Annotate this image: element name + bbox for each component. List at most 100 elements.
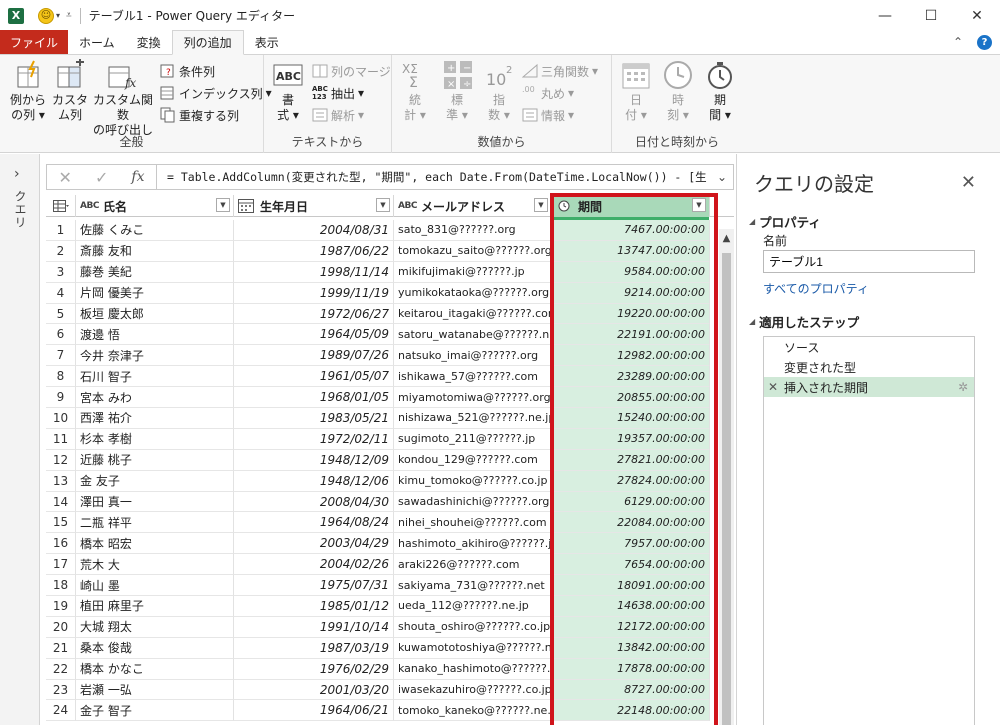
row-number[interactable]: 10	[46, 408, 76, 429]
row-number[interactable]: 20	[46, 616, 76, 638]
cell-period[interactable]: 27824.00:00:00	[552, 470, 710, 492]
cell-period[interactable]: 14638.00:00:00	[552, 596, 710, 617]
table-row[interactable]: 4 片岡 優美子 1999/11/19 yumikokataoka@??????.or…	[46, 282, 734, 304]
row-number[interactable]: 14	[46, 491, 76, 513]
table-row[interactable]: 20 大城 翔太 1991/10/14 shouta_oshiro@??????.co…	[46, 616, 734, 638]
cell-name[interactable]: 桑本 俊哉	[76, 637, 234, 659]
cell-email[interactable]: nihei_shouhei@??????.com	[394, 512, 552, 534]
cell-period[interactable]: 7467.00:00:00	[552, 220, 710, 241]
filter-dropdown-icon[interactable]: ▼	[692, 198, 706, 212]
table-menu-button[interactable]	[46, 195, 76, 217]
cell-birthdate[interactable]: 1964/05/09	[234, 324, 394, 346]
cell-name[interactable]: 橋本 かなこ	[76, 658, 234, 680]
cell-email[interactable]: miyamotomiwa@??????.org	[394, 387, 552, 409]
cell-email[interactable]: araki226@??????.com	[394, 554, 552, 576]
tab-transform[interactable]: 変換	[126, 30, 172, 54]
table-row[interactable]: 8 石川 智子 1961/05/07 ishikawa_57@??????.com 23…	[46, 366, 734, 388]
statistics-button[interactable]: XΣ Σ 統計 ▾	[400, 59, 430, 123]
cell-period[interactable]: 27821.00:00:00	[552, 449, 710, 471]
applied-steps-header[interactable]: ◢ 適用したステップ	[749, 312, 859, 331]
table-row[interactable]: 19 植田 麻里子 1985/01/12 ueda_112@??????.ne.jp 1…	[46, 596, 734, 617]
row-number[interactable]: 16	[46, 533, 76, 555]
column-from-examples-button[interactable]: 例から の列 ▾	[6, 59, 50, 123]
cell-name[interactable]: 石川 智子	[76, 366, 234, 388]
row-number[interactable]: 24	[46, 700, 76, 722]
cell-birthdate[interactable]: 1998/11/14	[234, 261, 394, 283]
column-header-birthdate[interactable]: 生年月日 ▼	[234, 195, 394, 217]
row-number[interactable]: 7	[46, 345, 76, 367]
cell-name[interactable]: 橋本 昭宏	[76, 533, 234, 555]
cell-email[interactable]: sakiyama_731@??????.net	[394, 575, 552, 597]
cell-period[interactable]: 8727.00:00:00	[552, 679, 710, 701]
row-number[interactable]: 12	[46, 449, 76, 471]
delete-step-icon[interactable]: ✕	[768, 380, 778, 394]
row-number[interactable]: 21	[46, 637, 76, 659]
duration-button[interactable]: 期間 ▾	[704, 59, 736, 123]
cell-name[interactable]: 金子 智子	[76, 700, 234, 722]
cell-email[interactable]: kuwamototoshiya@??????.net	[394, 637, 552, 659]
cell-birthdate[interactable]: 2001/03/20	[234, 679, 394, 701]
row-number[interactable]: 3	[46, 261, 76, 283]
cell-birthdate[interactable]: 1972/06/27	[234, 303, 394, 325]
table-row[interactable]: 18 崎山 墨 1975/07/31 sakiyama_731@??????.net 1…	[46, 575, 734, 597]
time-button[interactable]: 時刻 ▾	[662, 59, 694, 123]
cell-period[interactable]: 13747.00:00:00	[552, 240, 710, 262]
duration-type-icon[interactable]	[558, 200, 570, 212]
table-row[interactable]: 21 桑本 俊哉 1987/03/19 kuwamototoshiya@??????.…	[46, 637, 734, 659]
custom-column-button[interactable]: カスタ ム列	[52, 59, 88, 123]
all-properties-link[interactable]: すべてのプロパティ	[763, 280, 869, 297]
cell-email[interactable]: nishizawa_521@??????.ne.jp	[394, 408, 552, 429]
row-number[interactable]: 9	[46, 387, 76, 409]
column-header-email[interactable]: ABC メールアドレス ▼	[394, 195, 552, 217]
cell-birthdate[interactable]: 2004/08/31	[234, 220, 394, 241]
cell-name[interactable]: 渡邊 悟	[76, 324, 234, 346]
quick-access-icon[interactable]: ⩡	[66, 10, 72, 21]
trigonometry-button[interactable]: 三角関数 ▾	[522, 61, 598, 81]
tab-file[interactable]: ファイル	[0, 30, 69, 54]
row-number[interactable]: 13	[46, 470, 76, 492]
information-button[interactable]: 情報 ▾	[522, 105, 574, 125]
minimize-button[interactable]: —	[862, 0, 908, 31]
cell-name[interactable]: 植田 麻里子	[76, 596, 234, 617]
fx-icon[interactable]: fx	[131, 169, 144, 185]
scroll-up-icon[interactable]: ▲	[719, 233, 734, 244]
table-row[interactable]: 5 板垣 慶太郎 1972/06/27 keitarou_itagaki@??????…	[46, 303, 734, 325]
filter-dropdown-icon[interactable]: ▼	[534, 198, 548, 212]
cell-birthdate[interactable]: 2003/04/29	[234, 533, 394, 555]
column-header-period[interactable]: 期間 ▼	[552, 195, 710, 220]
duplicate-column-button[interactable]: 重複する列	[160, 105, 239, 125]
filter-dropdown-icon[interactable]: ▼	[216, 198, 230, 212]
invoke-custom-function-button[interactable]: fx カスタム関数 の呼び出し	[90, 59, 156, 138]
text-type-icon[interactable]: ABC	[80, 201, 99, 211]
cell-name[interactable]: 藤巻 美紀	[76, 261, 234, 283]
cell-email[interactable]: tomokazu_saito@??????.org	[394, 240, 552, 262]
cell-email[interactable]: kanako_hashimoto@??????.jp	[394, 658, 552, 680]
cell-period[interactable]: 12172.00:00:00	[552, 616, 710, 638]
cell-birthdate[interactable]: 1976/02/29	[234, 658, 394, 680]
cell-email[interactable]: tomoko_kaneko@??????.ne.jp	[394, 700, 552, 722]
cell-name[interactable]: 佐藤 くみこ	[76, 220, 234, 241]
chevron-down-icon[interactable]: ⌄	[711, 170, 733, 184]
cell-birthdate[interactable]: 1948/12/06	[234, 470, 394, 492]
cell-name[interactable]: 崎山 墨	[76, 575, 234, 597]
cell-email[interactable]: ueda_112@??????.ne.jp	[394, 596, 552, 617]
cell-birthdate[interactable]: 1961/05/07	[234, 366, 394, 388]
maximize-button[interactable]: ☐	[908, 0, 954, 31]
tab-view[interactable]: 表示	[244, 30, 290, 54]
cell-name[interactable]: 近藤 桃子	[76, 449, 234, 471]
cell-period[interactable]: 17878.00:00:00	[552, 658, 710, 680]
table-row[interactable]: 2 斎藤 友和 1987/06/22 tomokazu_saito@??????.or…	[46, 240, 734, 262]
cell-birthdate[interactable]: 1985/01/12	[234, 596, 394, 617]
cell-birthdate[interactable]: 1987/06/22	[234, 240, 394, 262]
cell-email[interactable]: natsuko_imai@??????.org	[394, 345, 552, 367]
cell-name[interactable]: 今井 奈津子	[76, 345, 234, 367]
row-number[interactable]: 11	[46, 428, 76, 450]
row-number[interactable]: 23	[46, 679, 76, 701]
cell-birthdate[interactable]: 1999/11/19	[234, 282, 394, 304]
check-icon[interactable]: ✓	[95, 168, 108, 187]
table-row[interactable]: 11 杉本 孝樹 1972/02/11 sugimoto_211@??????.jp 1…	[46, 428, 734, 450]
filter-dropdown-icon[interactable]: ▼	[376, 198, 390, 212]
cell-period[interactable]: 6129.00:00:00	[552, 491, 710, 513]
smiley-icon[interactable]: ☺	[38, 7, 54, 24]
cell-birthdate[interactable]: 1968/01/05	[234, 387, 394, 409]
